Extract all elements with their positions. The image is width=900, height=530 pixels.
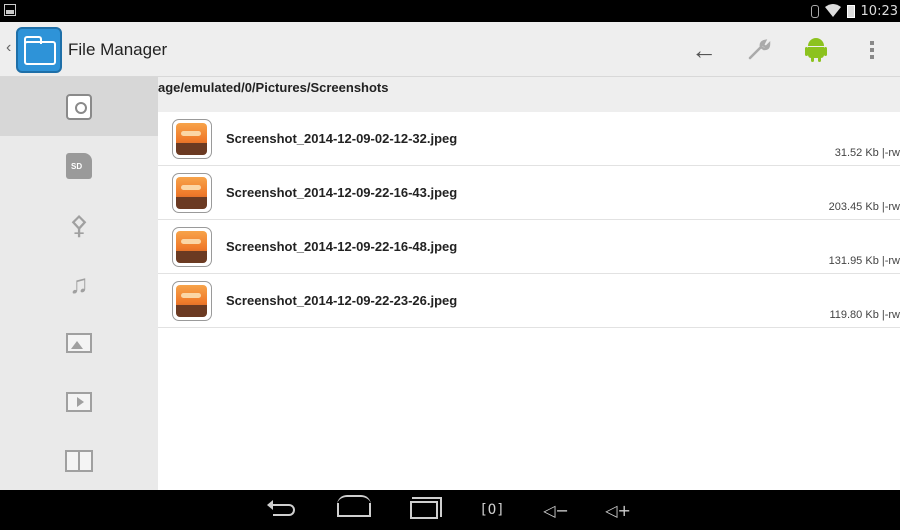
recents-icon	[410, 497, 442, 519]
music-icon: ♫	[69, 268, 89, 299]
wifi-icon	[824, 4, 841, 17]
nav-home-button[interactable]	[328, 490, 380, 530]
sidebar-item-internal-storage[interactable]	[0, 77, 158, 136]
file-row[interactable]: Screenshot_2014-12-09-22-23-26.jpeg 119.…	[158, 274, 900, 328]
up-caret-icon[interactable]: ‹	[6, 39, 11, 57]
notification-icon	[4, 4, 16, 16]
folder-shape	[24, 36, 56, 65]
android-icon	[805, 37, 827, 62]
screenshot-icon: [O]	[479, 502, 505, 518]
nav-back-button[interactable]	[258, 490, 310, 530]
screen: 10:23 ‹ File Manager ← SD ⚴ ♫ age/emulat…	[0, 0, 900, 530]
bluetooth-icon	[810, 4, 819, 18]
overflow-menu-icon	[870, 40, 874, 59]
android-button[interactable]	[788, 22, 844, 77]
file-meta: 31.52 Kb |-rw	[834, 147, 900, 159]
overflow-menu-button[interactable]	[844, 22, 900, 77]
back-arrow-icon: ←	[691, 34, 717, 65]
file-row[interactable]: Screenshot_2014-12-09-22-16-43.jpeg 203.…	[158, 166, 900, 220]
home-icon	[337, 495, 371, 517]
nav-volume-down-button[interactable]: ◁−	[530, 490, 582, 530]
volume-up-icon: ◁+	[605, 500, 631, 520]
wrench-icon	[748, 38, 771, 59]
main-content: age/emulated/0/Pictures/Screenshots Scre…	[158, 77, 900, 490]
file-row[interactable]: Screenshot_2014-12-09-02-12-32.jpeg 31.5…	[158, 112, 900, 166]
file-meta: 203.45 Kb |-rw	[828, 201, 900, 213]
file-list: Screenshot_2014-12-09-02-12-32.jpeg 31.5…	[158, 112, 900, 328]
file-name: Screenshot_2014-12-09-02-12-32.jpeg	[226, 131, 458, 146]
file-meta: 119.80 Kb |-rw	[829, 309, 900, 321]
status-icons: 10:23	[810, 0, 900, 22]
sidebar-item-music[interactable]: ♫	[0, 254, 158, 313]
sidebar: SD ⚴ ♫	[0, 77, 158, 490]
action-bar: ‹ File Manager ←	[0, 22, 900, 77]
sd-card-icon: SD	[66, 152, 92, 179]
usb-icon: ⚴	[69, 209, 89, 240]
sidebar-item-sd-card[interactable]: SD	[0, 136, 158, 195]
file-manager-app-icon[interactable]	[16, 27, 62, 73]
back-icon	[267, 500, 295, 516]
navigation-bar: [O] ◁− ◁+	[0, 490, 900, 530]
image-thumbnail-icon	[172, 173, 212, 213]
nav-screenshot-button[interactable]: [O]	[466, 490, 518, 530]
status-time: 10:23	[860, 3, 898, 19]
image-thumbnail-icon	[172, 227, 212, 267]
status-bar: 10:23	[0, 0, 900, 22]
internal-storage-icon	[66, 93, 92, 120]
image-thumbnail-icon	[172, 119, 212, 159]
sidebar-item-books[interactable]	[0, 431, 158, 490]
file-meta: 131.95 Kb |-rw	[828, 255, 900, 267]
file-row[interactable]: Screenshot_2014-12-09-22-16-48.jpeg 131.…	[158, 220, 900, 274]
book-icon	[65, 449, 93, 472]
back-button[interactable]: ←	[676, 22, 732, 77]
path-bar: age/emulated/0/Pictures/Screenshots	[158, 77, 900, 112]
volume-down-icon: ◁−	[543, 500, 569, 520]
app-title: File Manager	[68, 40, 168, 59]
video-icon	[66, 391, 92, 412]
file-name: Screenshot_2014-12-09-22-23-26.jpeg	[226, 293, 458, 308]
file-name: Screenshot_2014-12-09-22-16-48.jpeg	[226, 239, 458, 254]
action-buttons: ←	[676, 22, 900, 77]
battery-icon	[846, 4, 855, 18]
current-path: age/emulated/0/Pictures/Screenshots	[158, 80, 389, 95]
file-name: Screenshot_2014-12-09-22-16-43.jpeg	[226, 185, 458, 200]
sidebar-item-usb[interactable]: ⚴	[0, 195, 158, 254]
nav-recents-button[interactable]	[398, 490, 450, 530]
sidebar-item-images[interactable]	[0, 313, 158, 372]
sidebar-item-videos[interactable]	[0, 372, 158, 431]
image-thumbnail-icon	[172, 281, 212, 321]
image-icon	[66, 332, 92, 353]
nav-volume-up-button[interactable]: ◁+	[592, 490, 644, 530]
tools-button[interactable]	[732, 22, 788, 77]
